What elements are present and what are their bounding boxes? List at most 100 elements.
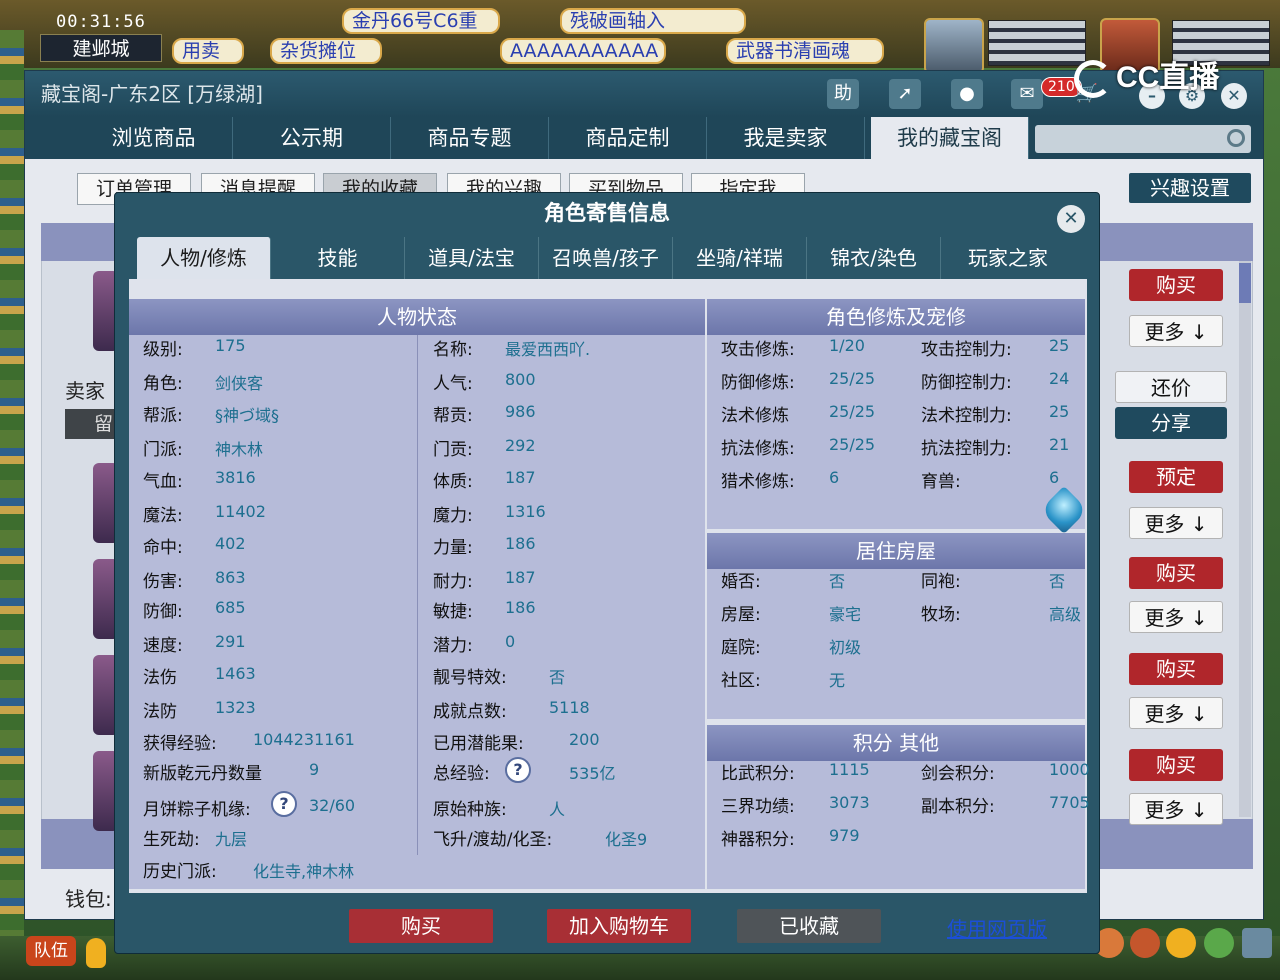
cultivation_panel-label: 攻击修炼: (721, 340, 795, 360)
status-label: 级别: (143, 340, 183, 360)
status-value: 175 (215, 336, 246, 355)
more-button[interactable]: 更多 ↓ (1129, 793, 1223, 825)
tab-items[interactable]: 道具/法宝 (405, 237, 539, 279)
share-icon[interactable]: ➚ (889, 79, 921, 109)
cultivation_panel-label: 防御修炼: (721, 373, 795, 393)
status-label: 气血: (143, 472, 183, 492)
status-panel-title: 人物状态 (129, 299, 705, 335)
ticker-3[interactable]: AAAAAAAAAAA (500, 38, 666, 64)
score_panel-value: 1115 (829, 760, 870, 779)
ticker-2[interactable]: 杂货摊位 (270, 38, 382, 64)
tab-my-cangbaoge[interactable]: 我的藏宝阁 (871, 117, 1029, 159)
microphone-icon[interactable] (86, 938, 106, 968)
list-scrollbar[interactable] (1239, 261, 1251, 817)
stop-icon[interactable]: ● (951, 79, 983, 109)
search-input[interactable] (1035, 125, 1251, 153)
cultivation_panel-value: 25/25 (829, 435, 876, 454)
tab-summons[interactable]: 召唤兽/孩子 (539, 237, 673, 279)
status-label: 速度: (143, 636, 183, 656)
interest-settings-button[interactable]: 兴趣设置 (1129, 173, 1251, 203)
status-value: 685 (215, 598, 246, 617)
status-label: 历史门派: (143, 862, 217, 882)
score_panel-value: 7705 (1049, 793, 1090, 812)
tab-character[interactable]: 人物/修炼 (137, 237, 271, 279)
seller-label: 卖家 (65, 379, 105, 403)
share-button[interactable]: 分享 (1115, 407, 1227, 439)
use-web-version-link[interactable]: 使用网页版 (947, 913, 1047, 942)
dialog-close-icon[interactable]: ✕ (1057, 205, 1085, 233)
status-label: 命中: (143, 538, 183, 558)
tab-browse[interactable]: 浏览商品 (75, 117, 233, 159)
more-button[interactable]: 更多 ↓ (1129, 507, 1223, 539)
status-label: 人气: (433, 374, 473, 394)
game-clock: 00:31:56 (56, 12, 146, 32)
cc-logo-text: CC直播 (1116, 61, 1220, 94)
status-value: 1323 (215, 698, 256, 717)
collected-button[interactable]: 已收藏 (737, 909, 881, 943)
help-button[interactable]: 助 (827, 79, 859, 109)
tab-seller[interactable]: 我是卖家 (707, 117, 865, 159)
reserve-button[interactable]: 预定 (1129, 461, 1223, 493)
status-value: 32/60 (309, 796, 356, 815)
tab-home[interactable]: 玩家之家 (941, 237, 1075, 279)
more-button[interactable]: 更多 ↓ (1129, 601, 1223, 633)
buy-button[interactable]: 购买 (1129, 653, 1223, 685)
ticker-4[interactable]: 武器书清画魂 (726, 38, 884, 64)
buy-button[interactable]: 购买 (1129, 557, 1223, 589)
tab-skills[interactable]: 技能 (271, 237, 405, 279)
team-button[interactable]: 队伍 (26, 936, 76, 966)
status-value: 3816 (215, 468, 256, 487)
counter-offer-button[interactable]: 还价 (1115, 371, 1227, 403)
pet-portrait[interactable] (924, 18, 984, 74)
status-label: 靓号特效: (433, 668, 507, 688)
total-exp-help-icon[interactable]: ? (505, 757, 531, 783)
status-value: 402 (215, 534, 246, 553)
status-label: 原始种族: (433, 800, 507, 820)
house-panel-title: 居住房屋 (707, 533, 1085, 569)
status-value: 化生寺,神木林 (253, 862, 355, 881)
tab-topics[interactable]: 商品专题 (391, 117, 549, 159)
tab-outfits[interactable]: 锦衣/染色 (807, 237, 941, 279)
city-name: 建邺城 (40, 34, 162, 62)
tray-icon-4[interactable] (1204, 928, 1234, 958)
buy-button[interactable]: 购买 (1129, 269, 1223, 301)
list-scrollbar-thumb[interactable] (1239, 263, 1251, 303)
house_panel-value: 高级 (1049, 605, 1082, 624)
status-label: 帮贡: (433, 406, 473, 426)
cultivation_panel-label: 猎术修炼: (721, 472, 795, 492)
cultivation_panel-value: 25 (1049, 336, 1070, 355)
add-to-cart-button[interactable]: 加入购物车 (547, 909, 691, 943)
ticker-6[interactable]: 残破画轴入 (560, 8, 746, 34)
status-value: 186 (505, 534, 536, 553)
status-value: 187 (505, 468, 536, 487)
tray-icon-5[interactable] (1242, 928, 1272, 958)
status-divider (417, 335, 418, 855)
more-button[interactable]: 更多 ↓ (1129, 697, 1223, 729)
cultivation-panel-title: 角色修炼及宠修 (707, 299, 1085, 335)
tab-mounts[interactable]: 坐骑/祥瑞 (673, 237, 807, 279)
tab-public[interactable]: 公示期 (233, 117, 391, 159)
status-label: 新版乾元丹数量 (143, 764, 262, 784)
status-label: 门贡: (433, 440, 473, 460)
tab-custom[interactable]: 商品定制 (549, 117, 707, 159)
status-value: 5118 (549, 698, 590, 717)
status-label: 获得经验: (143, 734, 217, 754)
ticker-5[interactable]: 金丹66号C6重 (342, 8, 500, 34)
close-icon[interactable]: ✕ (1221, 83, 1247, 109)
tray-icon-2[interactable] (1130, 928, 1160, 958)
dialog-buy-button[interactable]: 购买 (349, 909, 493, 943)
search-icon[interactable] (1227, 129, 1245, 147)
status-value: 535亿 (569, 764, 616, 783)
ticker-1[interactable]: 用卖 (172, 38, 244, 64)
score_panel-value: 3073 (829, 793, 870, 812)
dialog-body: 人物状态 角色修炼及宠修 居住房屋 积分 其他 级别: 175 角色: 剑侠客 帮派: §… (129, 279, 1090, 893)
more-button[interactable]: 更多 ↓ (1129, 315, 1223, 347)
mooncake-help-icon[interactable]: ? (271, 791, 297, 817)
chat-icon[interactable]: ✉ (1011, 79, 1043, 109)
house_panel-value: 初级 (829, 638, 862, 657)
cultivation_panel-label: 育兽: (921, 472, 961, 492)
status-label: 角色: (143, 374, 183, 394)
buy-button[interactable]: 购买 (1129, 749, 1223, 781)
tray-icon-3[interactable] (1166, 928, 1196, 958)
game-left-strip (0, 30, 24, 940)
